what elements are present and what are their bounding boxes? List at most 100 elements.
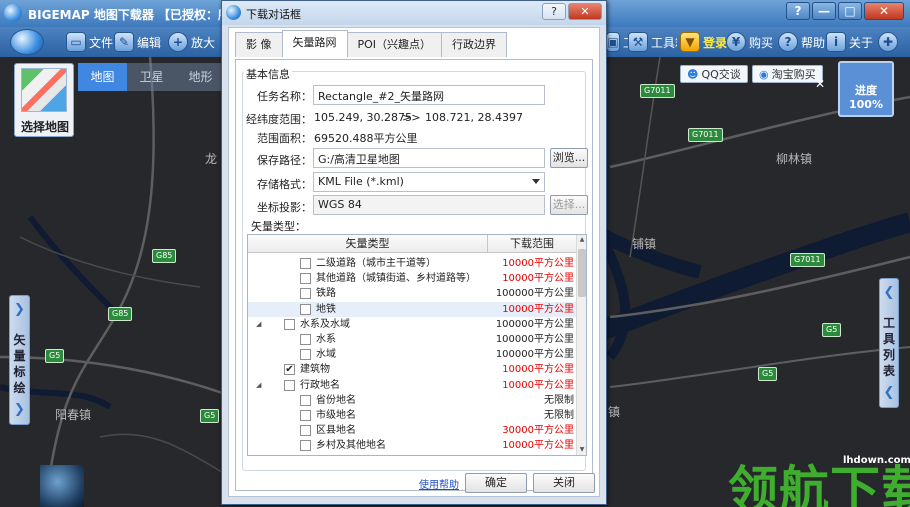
tab-imagery[interactable]: 影 像 — [235, 32, 283, 57]
range-arrow: >> — [402, 111, 421, 124]
tree-row-name: 水系及水域 — [300, 318, 350, 330]
progress-label: 进度100% — [849, 84, 883, 111]
tree-row-checkbox[interactable] — [300, 288, 311, 300]
tree-row-range: 100000平方公里 — [495, 288, 574, 300]
toolbar-zoom-in-button[interactable]: + 放大 — [168, 27, 215, 57]
tree-row-checkbox[interactable] — [284, 318, 295, 330]
toolbar-file-label: 文件 — [89, 35, 114, 50]
map-place-label: 镇 — [608, 405, 621, 419]
tree-row-checkbox[interactable] — [300, 349, 311, 361]
tree-row-name: 区县地名 — [316, 425, 356, 437]
usage-help-link[interactable]: 使用帮助 — [419, 476, 459, 491]
globe-preview-icon[interactable] — [40, 465, 84, 507]
toolbar-help-button[interactable]: ? 帮助 — [778, 27, 825, 57]
tree-header: 矢量类型 下载范围 — [248, 235, 576, 253]
toolbar-edit-button[interactable]: ✎ 编辑 — [114, 27, 161, 57]
tool-list-panel-toggle[interactable]: ❮ 工 具 列 表 ❮ — [879, 278, 899, 408]
tab-vector-roads[interactable]: 矢量路网 — [281, 30, 348, 57]
close-button[interactable]: 关闭 — [533, 473, 595, 493]
ok-button[interactable]: 确定 — [465, 473, 527, 493]
tree-row-checkbox[interactable] — [300, 394, 311, 406]
tree-row[interactable]: 水域 100000平方公里 — [248, 347, 576, 362]
toolbar-about-button[interactable]: i 关于 — [826, 27, 873, 57]
tree-row-name: 省份地名 — [316, 394, 356, 406]
tree-row[interactable]: 乡村及其他地名 10000平方公里 — [248, 438, 576, 453]
task-name-input[interactable]: Rectangle_#2_矢量路网 — [313, 85, 545, 105]
download-progress-tile[interactable]: 进度100% — [838, 61, 894, 117]
toolbar-globe[interactable] — [10, 27, 44, 57]
save-path-input[interactable]: G:/高清卫星地图 — [313, 148, 545, 168]
tab-admin-boundary[interactable]: 行政边界 — [441, 32, 508, 57]
tree-row-name: 建筑物 — [300, 364, 330, 376]
chevron-right-icon: ❯ — [14, 402, 25, 417]
tree-row-checkbox[interactable]: ✔ — [284, 364, 295, 376]
tree-row-checkbox[interactable] — [300, 410, 311, 421]
scroll-up-icon[interactable]: ▲ — [577, 235, 586, 245]
tree-row[interactable]: 二级道路（城市主干道等） 10000平方公里 — [248, 256, 576, 271]
toolbar-login-button[interactable]: ▼ 登录 — [680, 27, 727, 57]
dialog-help-button[interactable]: ? — [542, 3, 566, 20]
tree-row[interactable]: ✔ 建筑物 10000平方公里 — [248, 362, 576, 377]
choose-map-button[interactable]: 选择地图 — [14, 63, 74, 137]
tree-row[interactable]: ◢ 行政地名 10000平方公里 — [248, 378, 576, 393]
tab-terrain[interactable]: 地形 — [176, 63, 225, 91]
tree-row[interactable]: 区县地名 30000平方公里 — [248, 423, 576, 438]
side-label-char: 具 — [882, 332, 895, 346]
minimize-button[interactable]: — — [812, 2, 836, 20]
tree-row-checkbox[interactable] — [300, 273, 311, 285]
tree-row-checkbox[interactable] — [300, 440, 311, 452]
toolbar-move-button[interactable]: ✚ — [878, 27, 898, 57]
download-dialog: 下载对话框 ? ✕ 影 像 矢量路网 POI（兴趣点） 行政边界 基本信息 任务… — [221, 0, 607, 505]
tree-row[interactable]: 地铁 10000平方公里 — [248, 301, 576, 317]
tree-row[interactable]: 水系 100000平方公里 — [248, 332, 576, 347]
tree-row[interactable]: ◢ 水系及水域 100000平方公里 — [248, 317, 576, 332]
select-projection-button[interactable]: 选择... — [550, 195, 588, 215]
expand-toggle-icon[interactable]: ◢ — [256, 378, 261, 393]
tab-satellite[interactable]: 卫星 — [127, 63, 176, 91]
tree-row[interactable]: 其他道路（城镇街道、乡村道路等） 10000平方公里 — [248, 271, 576, 286]
qq-chat-button[interactable]: ☻ QQ交谈 — [680, 65, 748, 83]
projection-input[interactable]: WGS 84 — [313, 195, 545, 215]
chevron-left-icon: ❮ — [883, 385, 895, 400]
tab-map[interactable]: 地图 — [78, 63, 127, 91]
zoom-in-icon: + — [168, 32, 188, 52]
choose-map-label: 选择地图 — [20, 120, 69, 134]
tree-row[interactable]: 铁路 100000平方公里 — [248, 286, 576, 301]
tree-row-name: 乡村及其他地名 — [316, 440, 386, 452]
scrollbar-thumb[interactable] — [578, 249, 586, 297]
format-label: 存储格式： — [257, 178, 312, 191]
close-icon[interactable]: ✕ — [815, 77, 825, 91]
tree-header-range[interactable]: 下载范围 — [488, 235, 576, 253]
tree-row[interactable]: 省份地名 无限制 — [248, 393, 576, 408]
tree-row-range: 10000平方公里 — [502, 379, 574, 391]
tree-row-checkbox[interactable] — [284, 379, 295, 391]
dialog-close-button[interactable]: ✕ — [568, 3, 602, 20]
browse-button[interactable]: 浏览... — [550, 148, 588, 168]
close-window-button[interactable]: ✕ — [864, 2, 904, 20]
tree-row[interactable]: 市级地名 无限制 — [248, 408, 576, 423]
tree-row-checkbox[interactable] — [300, 258, 311, 269]
tree-row-checkbox[interactable] — [300, 425, 311, 437]
road-badge: G85 — [108, 307, 133, 321]
tree-row-checkbox[interactable] — [300, 303, 311, 315]
scroll-down-icon[interactable]: ▼ — [577, 445, 586, 455]
tree-header-type[interactable]: 矢量类型 — [248, 235, 488, 253]
toolbar-toolbox-label: 工具箱 — [651, 35, 677, 50]
format-select[interactable]: KML File (*.kml) — [313, 172, 545, 192]
expand-toggle-icon[interactable]: ◢ — [256, 317, 261, 332]
tree-row-checkbox[interactable] — [300, 334, 311, 345]
toolbar-about-label: 关于 — [849, 35, 874, 50]
road-badge: G7011 — [790, 253, 825, 267]
toolbar-buy-button[interactable]: ¥ 购买 — [726, 27, 773, 57]
maximize-button[interactable]: □ — [838, 2, 862, 20]
side-label-char: 工 — [882, 316, 895, 330]
move-arrows-icon: ✚ — [878, 32, 898, 52]
taobao-buy-button[interactable]: ◉ 淘宝购买 — [752, 65, 823, 83]
vector-drawing-panel-toggle[interactable]: ❯ 矢 量 标 绘 ❯ — [9, 295, 30, 425]
toolbar-file-button[interactable]: ▭ 文件 — [66, 27, 113, 57]
help-window-button[interactable]: ? — [786, 2, 810, 20]
tab-poi[interactable]: POI（兴趣点） — [346, 32, 443, 57]
tree-scrollbar[interactable]: ▲ ▼ — [576, 235, 586, 455]
toolbar-toolbox-button-2[interactable]: ⚒ 工具箱 — [628, 27, 677, 57]
area-value: 69520.488平方公里 — [314, 132, 418, 145]
